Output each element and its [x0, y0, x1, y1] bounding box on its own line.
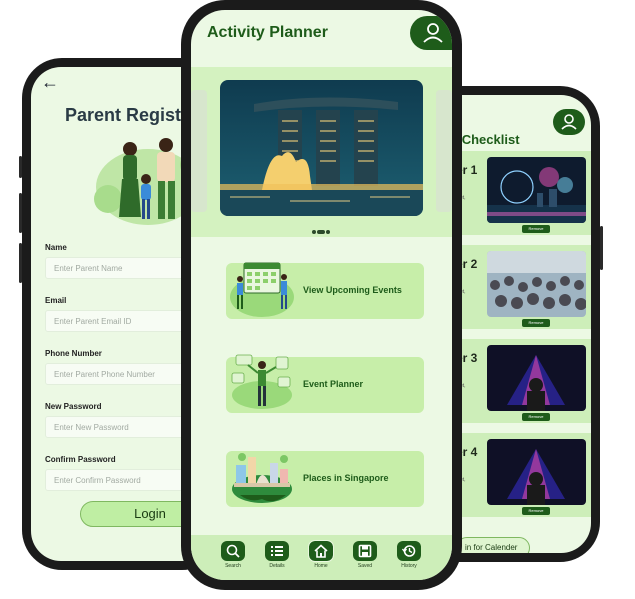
checklist-item: er 2 · et, Remove	[448, 245, 591, 329]
menu-card-label: View Upcoming Events	[303, 285, 402, 295]
user-icon	[423, 23, 443, 43]
user-icon	[561, 114, 577, 130]
event-planner-card[interactable]: Event Planner	[226, 354, 424, 413]
nav-label: Saved	[357, 563, 373, 569]
list-icon	[265, 541, 289, 561]
carousel-dots[interactable]	[312, 223, 331, 234]
phone-side-button	[600, 226, 603, 270]
page-title: Parent Registr	[65, 105, 189, 125]
planner-person-illustration	[231, 354, 292, 409]
page-title: Activity Planner	[207, 24, 328, 41]
menu-card-label: Event Planner	[303, 379, 364, 389]
crowd-image	[487, 251, 586, 317]
remove-button[interactable]: Remove	[522, 319, 550, 327]
profile-button[interactable]	[553, 109, 585, 135]
concert-image	[487, 439, 586, 505]
home-icon	[308, 540, 334, 562]
singapore-landmarks-illustration	[232, 453, 292, 503]
nav-label: History	[401, 563, 417, 569]
calendar-people-illustration	[230, 262, 294, 317]
menu-card-label: Places in Singapore	[303, 473, 389, 483]
profile-button[interactable]	[410, 16, 452, 50]
nav-search[interactable]: Search	[213, 541, 253, 569]
confirm-password-label: Confirm Password	[45, 455, 116, 464]
activity-planner-phone: Activity Planner View Upcoming Events Ev…	[181, 0, 462, 590]
history-icon	[397, 541, 421, 561]
nav-history[interactable]: History	[389, 541, 429, 569]
remove-button[interactable]: Remove	[522, 507, 550, 515]
remove-button[interactable]: Remove	[522, 225, 550, 233]
nav-label: Search	[225, 563, 241, 569]
checklist-item: er 4 · et, Remove	[448, 433, 591, 517]
search-icon	[221, 541, 245, 561]
phone-side-button	[19, 243, 22, 283]
carousel-image-marina-bay[interactable]	[220, 80, 423, 216]
nav-label: Home	[314, 563, 328, 569]
phone-side-button	[19, 156, 22, 178]
nav-details[interactable]: Details	[257, 541, 297, 569]
name-label: Name	[45, 243, 67, 252]
fireworks-image	[487, 157, 586, 223]
carousel-prev-peek[interactable]	[191, 90, 207, 212]
phone-label: Phone Number	[45, 349, 102, 358]
back-arrow-icon[interactable]: ←	[41, 73, 59, 91]
remove-button[interactable]: Remove	[522, 413, 550, 421]
places-in-singapore-card[interactable]: Places in Singapore	[226, 451, 424, 507]
new-password-label: New Password	[45, 402, 102, 411]
phone-side-button	[19, 193, 22, 233]
nav-saved[interactable]: Saved	[345, 541, 385, 569]
carousel-dot-active[interactable]	[317, 229, 325, 234]
bottom-navigation: Search Details Home Saved History	[191, 535, 452, 580]
carousel-dot[interactable]	[312, 229, 316, 234]
carousel-dot[interactable]	[326, 229, 330, 234]
save-icon	[353, 541, 377, 561]
carousel-next-peek[interactable]	[436, 90, 452, 212]
nav-label: Details	[269, 563, 285, 569]
checklist-item: er 3 · et, Remove	[448, 339, 591, 423]
checklist-item: er 1 · et, Remove	[448, 151, 591, 235]
email-label: Email	[45, 296, 67, 305]
nav-home[interactable]: Home	[301, 540, 341, 569]
activity-planner-screen: Activity Planner View Upcoming Events Ev…	[191, 10, 452, 580]
calendar-button[interactable]: in for Calender	[456, 537, 530, 553]
concert-image	[487, 345, 586, 411]
view-upcoming-events-card[interactable]: View Upcoming Events	[226, 262, 424, 319]
